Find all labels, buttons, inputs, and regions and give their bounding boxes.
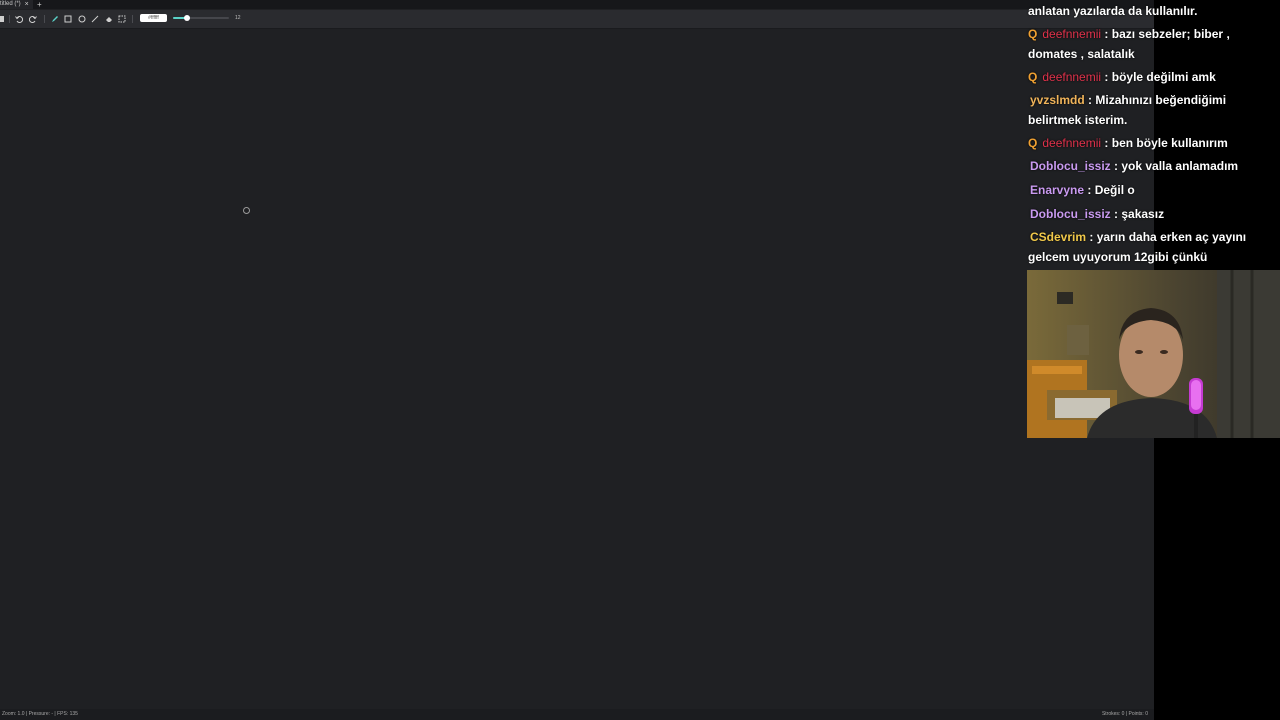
chat-username: Enarvyne bbox=[1030, 183, 1085, 197]
chat-username: deefnnemii bbox=[1042, 70, 1102, 84]
chat-message: Enarvyne : Değil o bbox=[1028, 180, 1278, 200]
drawing-app: titled (*) × + #ffffff 12 Zoom: 1.0 | Pr… bbox=[0, 0, 1154, 720]
menu-icon[interactable] bbox=[0, 14, 6, 24]
color-picker-button[interactable]: #ffffff bbox=[140, 14, 167, 22]
chat-message-continued: belirtmek isterim. bbox=[1028, 110, 1278, 130]
status-bar: Zoom: 1.0 | Pressure: - | FPS: 135 Strok… bbox=[0, 709, 1154, 720]
undo-icon[interactable] bbox=[14, 14, 24, 24]
webcam-image bbox=[1027, 270, 1280, 438]
pen-tool-icon[interactable] bbox=[50, 14, 60, 24]
redo-icon[interactable] bbox=[28, 14, 38, 24]
chat-username: yvzslmdd bbox=[1030, 93, 1085, 107]
chat-username: Doblocu_issiz bbox=[1030, 159, 1111, 173]
tab-close-icon[interactable]: × bbox=[25, 0, 29, 9]
brush-size-handle[interactable] bbox=[184, 15, 190, 21]
chat-message: Doblocu_issiz : yok valla anlamadım bbox=[1028, 156, 1278, 176]
chat-message-text: gelcem uyuyorum 12gibi çünkü bbox=[1028, 250, 1208, 264]
chat-message: Doblocu_issiz : şakasız bbox=[1028, 204, 1278, 224]
chat-message: Qdeefnnemii : bazı sebzeler; biber , bbox=[1028, 24, 1278, 44]
chat-message: CSdevrim : yarın daha erken aç yayını bbox=[1028, 227, 1278, 247]
chat-message: Qdeefnnemii : böyle değilmi amk bbox=[1028, 67, 1278, 87]
chat-username: deefnnemii bbox=[1042, 136, 1102, 150]
chat-message-text: anlatan yazılarda da kullanılır. bbox=[1028, 4, 1198, 18]
chat-username: Doblocu_issiz bbox=[1030, 207, 1111, 221]
chat-message-text: belirtmek isterim. bbox=[1028, 113, 1128, 127]
toolbar bbox=[0, 10, 1154, 29]
toolbar-separator bbox=[132, 15, 133, 23]
chat-message-text: : bazı sebzeler; biber , bbox=[1104, 27, 1230, 41]
chat-message-text: : ben böyle kullanırım bbox=[1104, 136, 1228, 150]
tab-title: titled (*) bbox=[0, 1, 21, 7]
moderator-badge-icon: Q bbox=[1028, 70, 1038, 84]
tab-untitled[interactable]: titled (*) × bbox=[0, 0, 33, 9]
new-tab-button[interactable]: + bbox=[37, 0, 42, 9]
chat-message-continued: gelcem uyuyorum 12gibi çünkü bbox=[1028, 247, 1278, 267]
chat-message: anlatan yazılarda da kullanılır. bbox=[1028, 1, 1278, 21]
chat-message-text: : Değil o bbox=[1087, 183, 1135, 197]
chat-message-text: domates , salatalık bbox=[1028, 47, 1135, 61]
moderator-badge-icon: Q bbox=[1028, 27, 1038, 41]
chat-message-text: : böyle değilmi amk bbox=[1104, 70, 1216, 84]
chat-message-text: : yok valla anlamadım bbox=[1114, 159, 1239, 173]
chat-message-text: : Mizahınızı beğendiğimi bbox=[1088, 93, 1227, 107]
chat-message-text: : yarın daha erken aç yayını bbox=[1089, 230, 1247, 244]
status-info-left: Zoom: 1.0 | Pressure: - | FPS: 135 bbox=[2, 711, 78, 717]
chat-overlay: anlatan yazılarda da kullanılır. Qdeefnn… bbox=[1027, 0, 1280, 270]
select-tool-icon[interactable] bbox=[117, 14, 127, 24]
eraser-tool-icon[interactable] bbox=[104, 14, 114, 24]
brush-cursor bbox=[243, 207, 250, 214]
chat-message-continued: domates , salatalık bbox=[1028, 44, 1278, 64]
chat-username: deefnnemii bbox=[1042, 27, 1102, 41]
chat-username: CSdevrim bbox=[1030, 230, 1087, 244]
chat-message: yvzslmdd : Mizahınızı beğendiğimi bbox=[1028, 90, 1278, 110]
moderator-badge-icon: Q bbox=[1028, 136, 1038, 150]
line-tool-icon[interactable] bbox=[90, 14, 100, 24]
status-info-right: Strokes: 0 | Points: 0 bbox=[1101, 711, 1148, 717]
webcam-feed bbox=[1027, 270, 1280, 438]
brush-size-slider[interactable] bbox=[173, 15, 229, 21]
chat-message: Qdeefnnemii : ben böyle kullanırım bbox=[1028, 133, 1278, 153]
toolbar-separator bbox=[44, 15, 45, 23]
rectangle-tool-icon[interactable] bbox=[63, 14, 73, 24]
circle-tool-icon[interactable] bbox=[77, 14, 87, 24]
brush-size-value: 12 bbox=[235, 15, 241, 21]
chat-message-text: : şakasız bbox=[1114, 207, 1165, 221]
tab-bar: titled (*) × + bbox=[0, 0, 1154, 9]
toolbar-separator bbox=[9, 15, 10, 23]
